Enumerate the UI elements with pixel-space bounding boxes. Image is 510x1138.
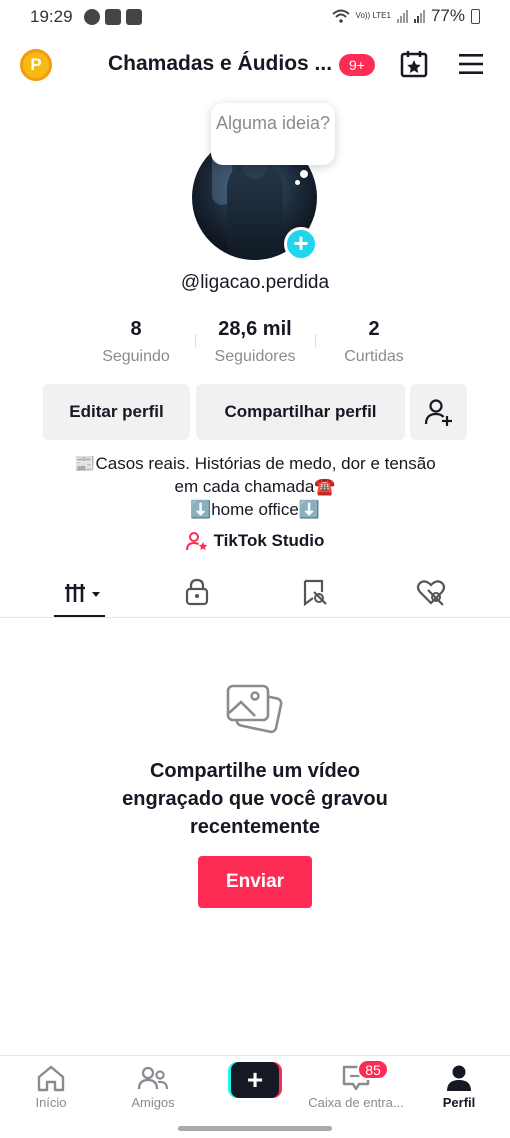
status-bar: 19:29 Vo)) LTE1 77% [0,0,510,36]
nav-friends-label: Amigos [131,1095,175,1110]
nav-friends[interactable]: Amigos [103,1064,203,1110]
menu-icon[interactable] [458,52,484,76]
stat-likes-value: 2 [368,318,380,340]
studio-person-star-icon [185,532,207,551]
signal-icon-2 [413,9,425,23]
share-profile-button[interactable]: Compartilhar perfil [196,384,405,440]
profile-header: P Chamadas e Áudios ... 9+ [0,40,510,90]
status-right: Vo)) LTE1 77% [331,6,480,26]
coin-icon[interactable]: P [20,49,52,81]
friends-icon [137,1066,169,1090]
stat-divider [315,334,316,348]
nav-profile[interactable]: Perfil [409,1064,509,1110]
tab-reposts-icon[interactable] [300,578,330,606]
nav-home-label: Início [35,1095,67,1110]
facebook-icon [84,9,100,25]
tab-private-lock-icon[interactable] [182,578,212,606]
edit-profile-button[interactable]: Editar perfil [43,384,190,440]
checkbox-notification-icon [126,9,142,25]
calendar-star-icon[interactable] [400,50,428,78]
stat-followers[interactable]: 28,6 mil Seguidores [205,318,305,366]
photo-stack-icon [226,684,283,734]
add-person-icon [424,399,452,426]
profile-bio: 📰Casos reais. Histórias de medo, dor e t… [0,452,510,521]
add-story-button[interactable]: + [284,227,318,261]
stat-following-value: 8 [130,318,142,340]
nav-home[interactable]: Início [1,1064,101,1110]
instagram-icon [105,9,121,25]
content-tabs [0,570,510,618]
wifi-icon [331,9,350,23]
studio-label: TikTok Studio [213,531,325,550]
bubble-tail-small [295,180,300,185]
profile-icon [447,1065,471,1091]
nav-inbox[interactable]: Caixa de entra... [306,1064,406,1110]
status-notification-icons [84,9,142,25]
inbox-count-badge: 85 [357,1059,389,1080]
signal-icon [396,9,408,23]
bio-line: ⬇️home office⬇️ [190,500,320,519]
active-tab-indicator [54,615,105,617]
plus-icon: + [231,1062,279,1098]
stat-followers-value: 28,6 mil [218,318,292,340]
stat-following[interactable]: 8 Seguindo [96,318,176,366]
bio-line: em cada chamada☎️ [174,477,336,496]
lte-label: Vo)) LTE1 [355,11,391,20]
nav-inbox-label: Caixa de entra... [308,1095,404,1110]
account-switcher-title[interactable]: Chamadas e Áudios ... [108,52,332,76]
stat-likes[interactable]: 2 Curtidas [334,318,414,366]
status-time: 19:29 [30,7,73,26]
bubble-tail [300,170,308,178]
notification-badge[interactable]: 9+ [339,54,375,76]
username: @ligacao.perdida [180,272,330,293]
home-indicator [178,1126,332,1131]
create-button[interactable]: + [228,1062,282,1098]
battery-icon [471,8,480,24]
empty-state-message: Compartilhe um vídeo engraçado que você … [122,760,388,838]
avatar-idea-bubble[interactable]: Alguma ideia? [211,103,335,165]
add-friend-button[interactable] [410,384,467,440]
nav-profile-label: Perfil [442,1095,476,1110]
tab-liked-hidden-heart-icon[interactable] [416,578,446,606]
tab-videos-grid[interactable] [64,578,104,606]
stat-likes-label: Curtidas [344,348,404,365]
battery-percent: 77% [430,6,465,25]
upload-button[interactable]: Enviar [198,856,312,908]
bio-line: 📰Casos reais. Histórias de medo, dor e t… [74,454,436,473]
tiktok-studio-link[interactable]: TikTok Studio [0,531,510,551]
stat-followers-label: Seguidores [214,348,296,365]
home-icon [37,1065,65,1092]
stat-following-label: Seguindo [102,348,170,365]
stat-divider [195,334,196,348]
